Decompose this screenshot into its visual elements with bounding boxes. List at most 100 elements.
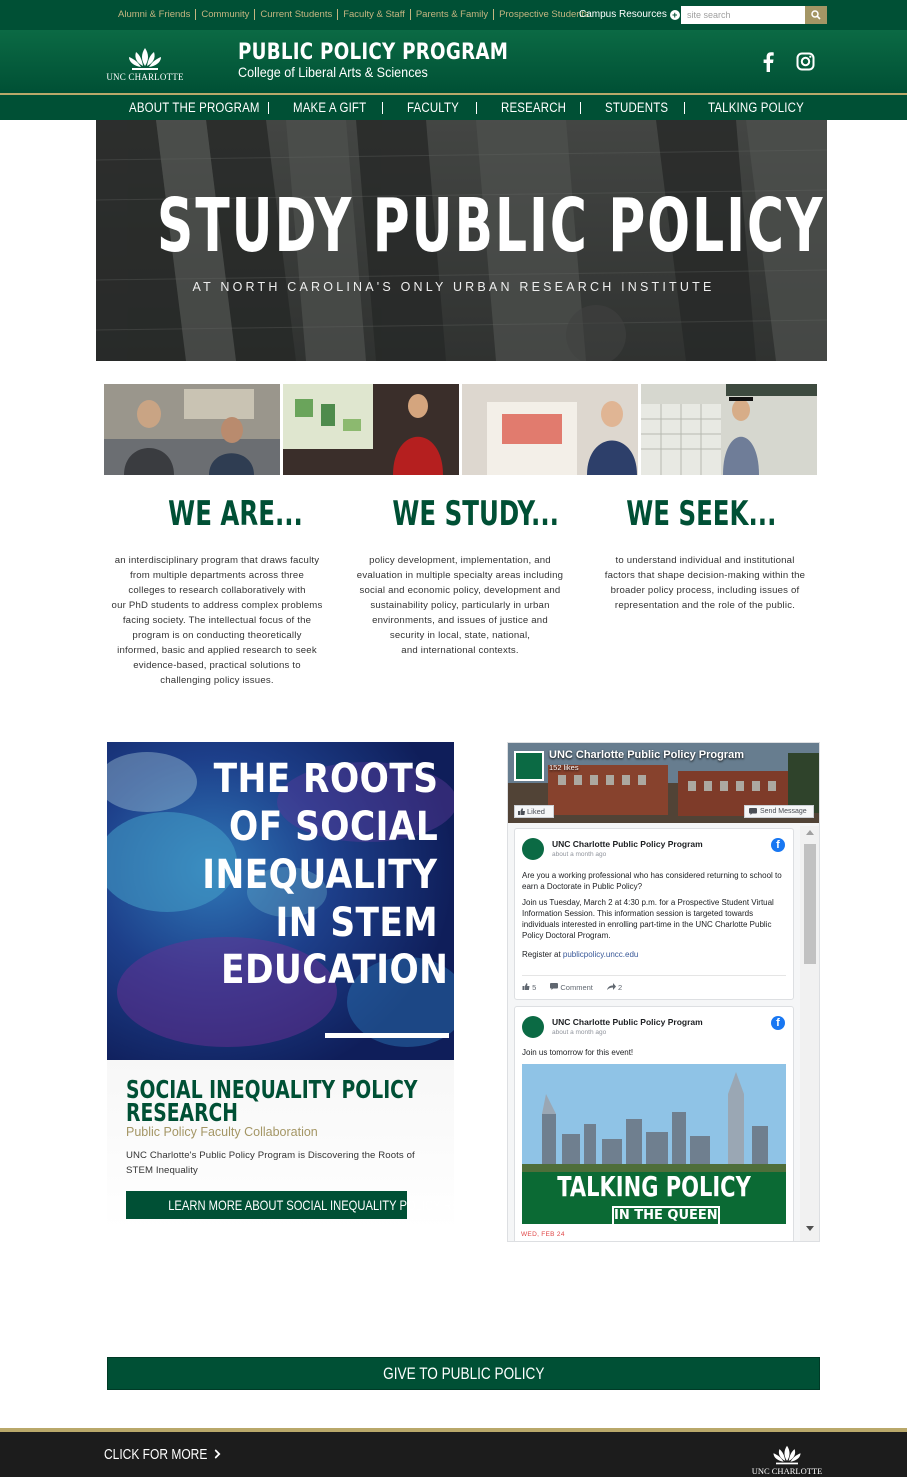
post-register-text: Register at publicpolicy.uncc.edu [522, 950, 639, 959]
nav-separator [580, 102, 581, 114]
liked-button[interactable]: Liked [514, 805, 554, 818]
we-are-heading: WE ARE... [168, 494, 304, 534]
nav-make-a-gift[interactable]: MAKE A GIFT [293, 100, 366, 115]
feature-image-title-line: INEQUALITY [202, 852, 438, 898]
hero-headline: STUDY PUBLIC POLICY [157, 183, 825, 269]
nav-students[interactable]: STUDENTS [605, 100, 668, 115]
nav-about-the-program[interactable]: ABOUT THE PROGRAM [129, 100, 260, 115]
nav-faculty[interactable]: FACULTY [407, 100, 459, 115]
utility-link-faculty-staff[interactable]: Faculty & Staff [338, 9, 411, 20]
feature-heading: SOCIAL INEQUALITY POLICY RESEARCH [126, 1075, 418, 1127]
utility-link-current-students[interactable]: Current Students [255, 9, 339, 20]
facebook-f-icon: f [771, 1016, 785, 1030]
post-author[interactable]: UNC Charlotte Public Policy Program [552, 839, 703, 849]
post-time[interactable]: about a month ago [552, 1029, 606, 1036]
nav-separator [382, 102, 383, 114]
event-image[interactable]: TALKING POLICY IN THE QUEEN CITY [522, 1064, 786, 1224]
event-date: WED, FEB 24 [521, 1231, 565, 1238]
crown-icon [129, 48, 161, 70]
facebook-page-widget: UNC Charlotte Public Policy Program 152 … [507, 742, 820, 1242]
program-subtitle: College of Liberal Arts & Sciences [238, 64, 428, 80]
we-study-heading: WE STUDY... [392, 494, 559, 534]
thumbs-up-icon [518, 808, 525, 815]
send-message-label: Send Message [760, 808, 807, 815]
page-name[interactable]: UNC Charlotte Public Policy Program [549, 749, 744, 761]
scroll-thumb[interactable] [804, 844, 816, 964]
feature-subheading: Public Policy Faculty Collaboration [126, 1125, 318, 1139]
feature-image-title-line: EDUCATION [220, 947, 448, 993]
register-link[interactable]: publicpolicy.uncc.edu [563, 950, 638, 959]
post-avatar[interactable] [522, 838, 544, 860]
utility-links: Alumni & Friends Community Current Stude… [118, 9, 594, 20]
event-image-subtitle: IN THE QUEEN CITY [612, 1206, 720, 1224]
instagram-link[interactable] [796, 52, 815, 76]
click-for-more-link[interactable]: CLICK FOR MORE [104, 1446, 221, 1463]
page-profile-picture[interactable] [514, 751, 544, 781]
like-count[interactable]: 5 [522, 983, 536, 992]
footer-unc-charlotte-logo[interactable]: UNC CHARLOTTE [748, 1444, 826, 1477]
post-author[interactable]: UNC Charlotte Public Policy Program [552, 1017, 703, 1027]
nav-talking-policy[interactable]: TALKING POLICY [708, 100, 804, 115]
main-nav: ABOUT THE PROGRAM MAKE A GIFT FACULTY RE… [0, 95, 907, 120]
feature-image-title-line: IN STEM [275, 900, 438, 946]
photo-graduate [641, 384, 817, 475]
we-seek-text: to understand individual and institution… [604, 555, 806, 611]
page-likes: 152 likes [549, 763, 579, 772]
scroll-up-arrow[interactable] [806, 830, 814, 835]
search-button[interactable] [805, 6, 827, 24]
utility-link-community[interactable]: Community [196, 9, 256, 20]
feature-description: UNC Charlotte's Public Policy Program is… [126, 1150, 415, 1176]
post-time[interactable]: about a month ago [552, 851, 606, 858]
utility-bar: Alumni & Friends Community Current Stude… [0, 0, 907, 30]
search-icon [811, 10, 821, 20]
learn-more-button[interactable]: LEARN MORE ABOUT SOCIAL INEQUALITY POLIC… [126, 1191, 506, 1219]
feature-image-title-line: OF SOCIAL [228, 804, 438, 850]
share-count[interactable]: 2 [606, 983, 622, 992]
photo-networking [104, 384, 280, 475]
campus-resources-label: Campus Resources [579, 9, 667, 20]
unc-charlotte-logo[interactable]: UNC CHARLOTTE [104, 46, 186, 84]
instagram-icon [796, 52, 815, 71]
message-icon [749, 808, 757, 815]
post-text: Join us tomorrow for this event! [522, 1048, 634, 1057]
we-study-text: policy development, implementation, and e… [356, 555, 564, 656]
site-footer: CLICK FOR MORE UNC CHARLOTTE [0, 1432, 907, 1477]
post-avatar[interactable] [522, 1016, 544, 1038]
photo-poster-session [462, 384, 638, 475]
scroll-down-arrow[interactable] [806, 1226, 814, 1231]
facebook-link[interactable] [761, 52, 775, 77]
facebook-cover[interactable]: UNC Charlotte Public Policy Program 152 … [508, 743, 819, 823]
crown-icon [773, 1445, 801, 1465]
facebook-f-icon: f [771, 838, 785, 852]
post-actions: 5 Comment 2 [522, 983, 622, 992]
comment-button[interactable]: Comment [550, 983, 593, 992]
feature-image[interactable]: THE ROOTS OF SOCIAL INEQUALITY IN STEM E… [107, 742, 454, 1060]
nav-research[interactable]: RESEARCH [501, 100, 566, 115]
logo-text: UNC CHARLOTTE [106, 72, 184, 82]
program-title[interactable]: PUBLIC POLICY PROGRAM [238, 40, 508, 65]
event-image-title: TALKING POLICY [557, 1170, 751, 1203]
give-to-public-policy-button[interactable]: GIVE TO PUBLIC POLICY [107, 1357, 820, 1390]
campus-resources-toggle[interactable]: Campus Resources + [579, 9, 680, 20]
we-seek-heading: WE SEEK... [626, 494, 777, 534]
site-search-input[interactable] [681, 6, 805, 24]
nav-separator [268, 102, 269, 114]
utility-link-alumni[interactable]: Alumni & Friends [118, 9, 197, 20]
nav-separator [684, 102, 685, 114]
thumbs-up-icon [522, 983, 530, 990]
hero-subheadline: AT NORTH CAROLINA'S ONLY URBAN RESEARCH … [192, 280, 715, 294]
feature-image-title-line: THE ROOTS [213, 756, 438, 802]
facebook-icon [763, 52, 774, 72]
post-text: Join us Tuesday, March 2 at 4:30 p.m. fo… [522, 898, 774, 940]
plus-icon: + [669, 10, 680, 20]
post-text: Are you a working professional who has c… [522, 871, 782, 891]
footer-logo-text: UNC CHARLOTTE [751, 1466, 823, 1476]
post-divider [522, 975, 786, 976]
utility-link-parents-family[interactable]: Parents & Family [411, 9, 495, 20]
chevron-right-icon [214, 1449, 221, 1459]
liked-label: Liked [527, 807, 545, 816]
send-message-button[interactable]: Send Message [744, 805, 814, 818]
feed-scrollbar[interactable] [800, 826, 819, 1241]
we-are-text: an interdisciplinary program that draws … [111, 555, 323, 686]
click-for-more-label: CLICK FOR MORE [104, 1446, 208, 1463]
